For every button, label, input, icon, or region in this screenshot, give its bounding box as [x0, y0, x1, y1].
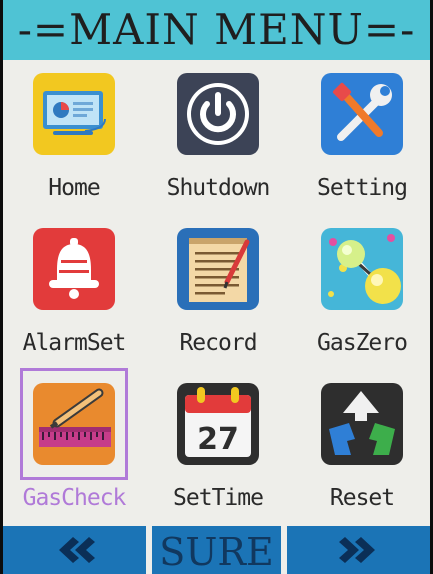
- menu-item-gascheck[interactable]: GasCheck: [4, 368, 144, 538]
- menu-item-label: Home: [48, 175, 100, 201]
- monitor-icon: [33, 73, 115, 155]
- menu-item-label: SetTime: [173, 485, 264, 511]
- menu-item-home[interactable]: Home: [4, 63, 144, 228]
- recycle-icon: [321, 383, 403, 465]
- pencil-ruler-icon: [33, 383, 115, 465]
- menu-item-label: Record: [179, 330, 257, 356]
- double-chevron-right-icon: [338, 537, 375, 563]
- softkey-bar: SURE: [3, 526, 430, 574]
- calendar-icon: 27: [177, 383, 259, 465]
- double-chevron-left-icon: [58, 537, 95, 563]
- menu-item-record[interactable]: Record: [148, 218, 288, 383]
- prev-button[interactable]: [3, 526, 146, 574]
- menu-item-label: AlarmSet: [22, 330, 127, 356]
- menu-item-gaszero[interactable]: GasZero: [292, 218, 430, 383]
- menu-item-label: Setting: [317, 175, 408, 201]
- menu-item-shutdown[interactable]: Shutdown: [148, 63, 288, 228]
- tools-icon: [321, 73, 403, 155]
- calendar-day: 27: [197, 422, 239, 457]
- page-title: -=MAIN MENU=-: [3, 0, 430, 60]
- next-button[interactable]: [287, 526, 430, 574]
- menu-item-label: Reset: [329, 485, 395, 511]
- device-screen: -=MAIN MENU=- Home Shutdown Setting Alar…: [3, 0, 430, 574]
- power-icon: [177, 73, 259, 155]
- menu-item-label: GasCheck: [22, 485, 127, 511]
- menu-item-alarmset[interactable]: AlarmSet: [4, 218, 144, 383]
- menu-item-settime[interactable]: 27 SetTime: [148, 373, 288, 538]
- sure-button[interactable]: SURE: [152, 526, 281, 574]
- menu-item-label: GasZero: [317, 330, 408, 356]
- menu-item-setting[interactable]: Setting: [292, 63, 430, 228]
- menu-item-label: Shutdown: [166, 175, 271, 201]
- notepad-icon: [177, 228, 259, 310]
- menu-item-reset[interactable]: Reset: [292, 373, 430, 538]
- molecule-icon: [321, 228, 403, 310]
- bell-icon: [33, 228, 115, 310]
